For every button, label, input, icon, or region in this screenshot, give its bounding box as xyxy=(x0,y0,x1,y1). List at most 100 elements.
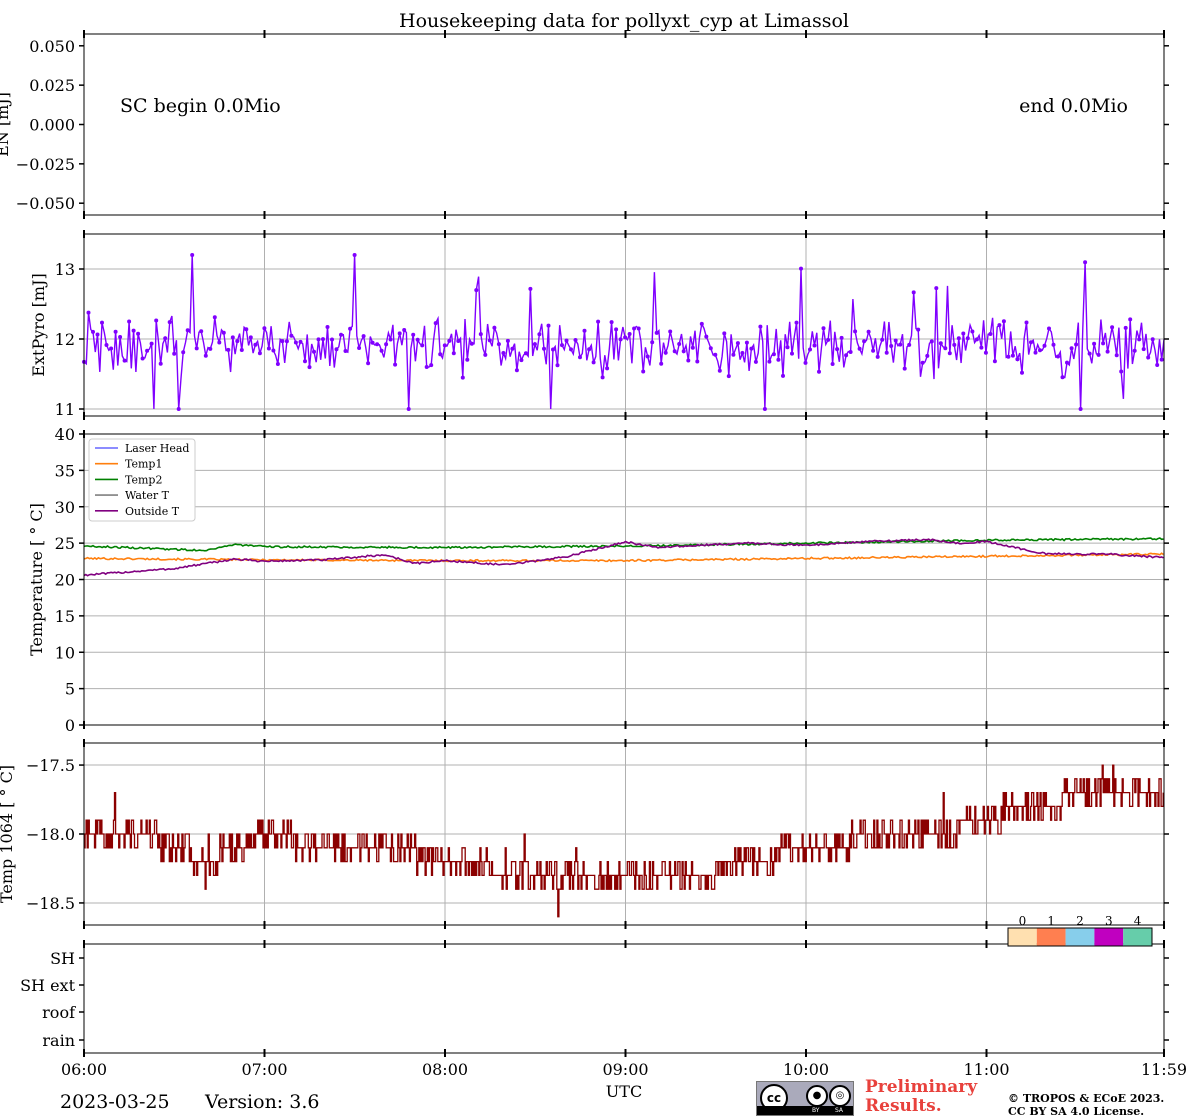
extpyro-point xyxy=(555,363,560,368)
temp1064-line xyxy=(84,764,1164,918)
extpyro-point xyxy=(582,328,587,333)
ytick-label-0-2: 0.000 xyxy=(29,116,75,135)
extpyro-point xyxy=(235,339,240,344)
extpyro-point xyxy=(420,343,425,348)
extpyro-point xyxy=(230,335,235,340)
extpyro-point xyxy=(361,334,366,339)
extpyro-point xyxy=(1020,370,1024,375)
extpyro-point xyxy=(271,348,276,353)
extpyro-point xyxy=(532,342,537,347)
extpyro-point xyxy=(677,342,682,346)
extpyro-point xyxy=(1078,407,1083,411)
status-ylabel-3: rain xyxy=(42,1031,75,1050)
ytick-label-2-0: 0 xyxy=(65,716,75,735)
xtick-label-2: 08:00 xyxy=(422,1060,468,1079)
extpyro-point xyxy=(145,348,150,353)
extpyro-point xyxy=(104,343,109,347)
extpyro-point xyxy=(668,329,673,334)
extpyro-point xyxy=(826,337,831,342)
extpyro-point xyxy=(560,343,564,348)
extpyro-point xyxy=(1051,342,1056,347)
extpyro-point xyxy=(744,340,749,345)
extpyro-point xyxy=(591,360,596,365)
extpyro-point xyxy=(226,347,231,352)
extpyro-point xyxy=(343,349,348,353)
extpyro-point xyxy=(898,342,903,347)
extpyro-point xyxy=(375,342,380,347)
extpyro-point xyxy=(185,328,190,333)
extpyro-point xyxy=(551,347,555,352)
extpyro-point xyxy=(970,329,975,334)
extpyro-point xyxy=(149,341,154,346)
extpyro-point xyxy=(704,334,709,339)
extpyro-point xyxy=(790,351,794,356)
extpyro-point xyxy=(699,321,704,326)
ytick-label-2-3: 15 xyxy=(55,607,75,626)
extpyro-point xyxy=(1141,347,1146,352)
extpyro-point xyxy=(190,253,195,257)
extpyro-point xyxy=(1110,325,1115,330)
extpyro-point xyxy=(979,345,984,350)
extpyro-point xyxy=(848,350,853,354)
ytick-label-2-4: 20 xyxy=(55,571,75,590)
extpyro-point xyxy=(158,361,163,366)
extpyro-point xyxy=(199,329,204,334)
status-ylabel-1: SH ext xyxy=(20,976,75,995)
extpyro-point xyxy=(573,338,578,342)
extpyro-point xyxy=(284,339,289,344)
extpyro-point xyxy=(1001,319,1006,324)
extpyro-point xyxy=(992,359,997,364)
extpyro-point xyxy=(614,327,619,332)
annotation-sc-begin: SC begin 0.0Mio xyxy=(120,95,281,117)
extpyro-point xyxy=(1010,353,1015,358)
extpyro-point xyxy=(505,338,510,343)
extpyro-point xyxy=(303,359,307,364)
extpyro-point xyxy=(239,348,244,352)
ytick-label-0-4: −0.050 xyxy=(16,194,75,213)
ylabel-2: Temperature [ ° C] xyxy=(27,503,46,656)
extpyro-point xyxy=(1123,325,1128,330)
extpyro-point xyxy=(731,352,736,357)
legend-label-0: Laser Head xyxy=(125,442,189,455)
colorbar-cell-0 xyxy=(1008,928,1037,946)
extpyro-point xyxy=(965,336,970,341)
extpyro-point xyxy=(325,325,330,329)
extpyro-point xyxy=(686,358,691,363)
annotation-end: end 0.0Mio xyxy=(1019,95,1128,117)
extpyro-point xyxy=(722,331,727,336)
extpyro-point xyxy=(857,346,862,351)
extpyro-point xyxy=(330,337,334,342)
ylabel-1: ExtPyro [mJ] xyxy=(29,273,48,376)
extpyro-point xyxy=(920,360,925,365)
cc-license-badge: cc ● ◎ BY SA xyxy=(756,1081,854,1116)
extpyro-point xyxy=(947,351,952,356)
extpyro-point xyxy=(127,319,132,324)
ylabel-3: Temp 1064 [ ° C] xyxy=(0,765,16,903)
ytick-label-0-0: 0.050 xyxy=(29,37,75,56)
panel-frame-0 xyxy=(83,33,1165,216)
extpyro-point xyxy=(929,339,934,344)
extpyro-point xyxy=(312,349,316,354)
extpyro-point xyxy=(672,349,677,354)
extpyro-point xyxy=(194,346,199,351)
extpyro-point xyxy=(1033,350,1038,355)
extpyro-point xyxy=(474,288,479,293)
legend-label-4: Outside T xyxy=(125,505,180,518)
extpyro-point xyxy=(203,353,208,358)
extpyro-point xyxy=(86,310,91,315)
version-label: Version: 3.6 xyxy=(205,1091,320,1113)
extpyro-point xyxy=(871,348,876,353)
extpyro-point xyxy=(907,342,912,347)
ytick-label-1-0: 11 xyxy=(55,400,75,419)
extpyro-point xyxy=(460,375,465,380)
ytick-label-3-0: −17.5 xyxy=(26,756,75,775)
xtick-label-1: 07:00 xyxy=(241,1060,287,1079)
ytick-label-1-1: 12 xyxy=(55,330,75,349)
extpyro-point xyxy=(605,366,610,371)
extpyro-point xyxy=(266,346,271,351)
temperature-series-1 xyxy=(83,552,1164,563)
extpyro-point xyxy=(492,325,497,330)
xtick-label-0: 06:00 xyxy=(61,1060,107,1079)
preliminary-line-1: Preliminary xyxy=(865,1077,978,1097)
extpyro-point xyxy=(1065,360,1069,365)
